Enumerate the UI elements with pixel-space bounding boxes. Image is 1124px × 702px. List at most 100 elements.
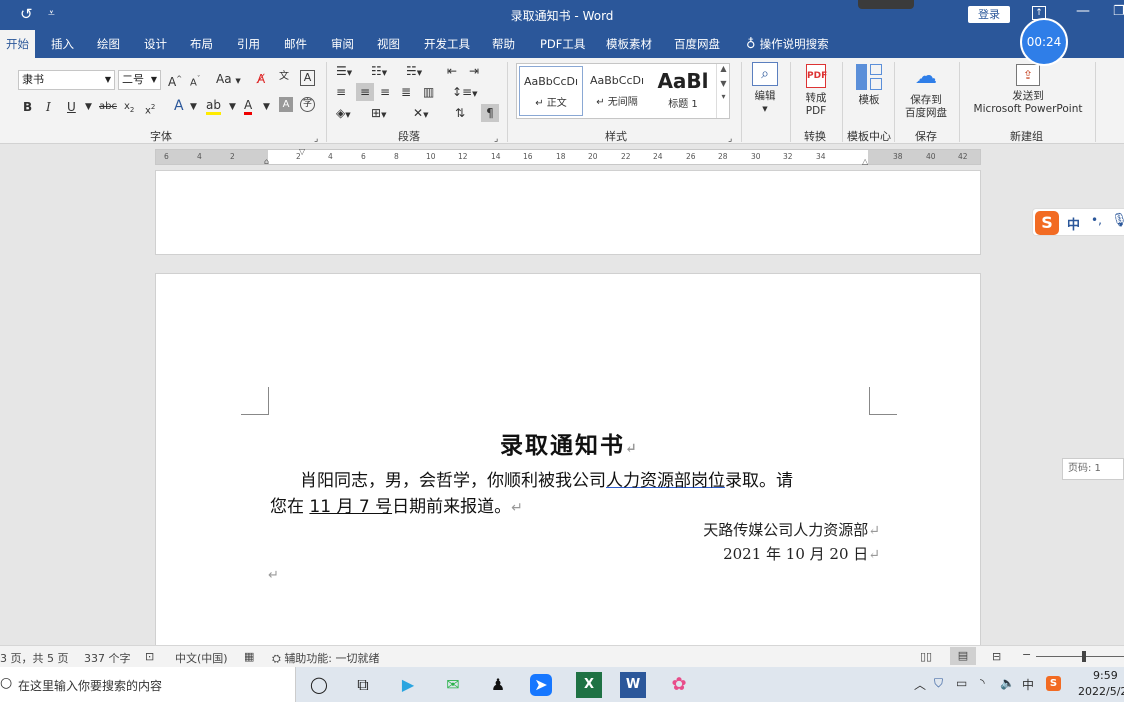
align-left-icon[interactable]: ≡ xyxy=(336,83,346,101)
tab-baidu-netdisk[interactable]: 百度网盘 xyxy=(674,30,720,58)
taskbar-search-box[interactable]: ○ 在这里输入你要搜索的内容 xyxy=(0,667,296,702)
character-border-icon[interactable]: A xyxy=(300,70,315,86)
clock-date[interactable]: 2022/5/2 xyxy=(1078,685,1124,698)
photos-app-icon[interactable]: ✿ xyxy=(666,672,692,698)
minimize-icon[interactable]: — xyxy=(1076,3,1090,19)
ime-mode-chinese[interactable]: 中 xyxy=(1067,214,1080,233)
font-size-combo[interactable]: 二号 ▼ xyxy=(118,70,161,90)
proofing-icon[interactable]: ⊡ xyxy=(145,650,154,663)
tab-view[interactable]: 视图 xyxy=(377,30,400,58)
superscript-button[interactable]: x2 xyxy=(145,98,155,120)
more-icon[interactable]: ▾ xyxy=(717,92,730,101)
page-count-status[interactable]: 3 页，共 5 页 xyxy=(0,650,69,666)
line-spacing-icon[interactable]: ↕≡▼ xyxy=(452,83,478,103)
convert-to-pdf-button[interactable]: PDF 转成 PDF xyxy=(797,64,835,118)
template-button[interactable]: 模板 xyxy=(850,64,888,107)
tab-layout[interactable]: 布局 xyxy=(190,30,213,58)
sogou-logo-icon[interactable]: S xyxy=(1035,211,1059,235)
style-heading-1[interactable]: AaBl 标题 1 xyxy=(651,66,715,116)
first-line-indent-marker[interactable]: ▽ xyxy=(299,147,305,156)
shading-icon[interactable]: ◈▼ xyxy=(336,104,351,124)
styles-dialog-launcher-icon[interactable]: ⌟ xyxy=(728,130,732,148)
tab-draw[interactable]: 绘图 xyxy=(97,30,120,58)
signature-line[interactable]: 天路传媒公司人力资源部↵ xyxy=(703,519,880,540)
tab-mailings[interactable]: 邮件 xyxy=(284,30,307,58)
volume-icon[interactable]: 🔈 xyxy=(1000,676,1015,690)
body-line-1[interactable]: 肖阳同志，男，会哲学，你顺利被我公司人力资源部岗位录取。请 xyxy=(300,466,793,491)
paragraph-dialog-launcher-icon[interactable]: ⌟ xyxy=(494,130,498,148)
excel-icon[interactable]: X xyxy=(576,672,602,698)
horizontal-ruler[interactable]: 6 4 2 2 4 6 8 10 12 14 16 18 20 22 24 26… xyxy=(155,147,981,166)
phonetic-guide-icon[interactable]: 文 xyxy=(279,68,289,86)
asian-layout-icon[interactable]: ✕▼ xyxy=(413,104,428,124)
restore-icon[interactable]: ❐ xyxy=(1113,4,1124,19)
clear-formatting-icon[interactable]: A̸ xyxy=(257,70,265,88)
qq-icon[interactable]: ♟ xyxy=(485,672,511,698)
style-no-spacing[interactable]: AaBbCcDı ↵ 无间隔 xyxy=(585,66,649,116)
tab-templates[interactable]: 模板素材 xyxy=(606,30,652,58)
document-page-previous[interactable] xyxy=(155,170,981,255)
print-layout-icon[interactable]: ▤ xyxy=(950,647,976,665)
zoom-slider-track[interactable] xyxy=(1036,656,1124,657)
justify-icon[interactable]: ≣ xyxy=(401,83,411,101)
character-shading-icon[interactable]: A xyxy=(279,97,293,112)
change-case-icon[interactable]: Aa ▼ xyxy=(216,70,241,90)
date-line[interactable]: 2021 年 10 月 20 日↵ xyxy=(723,543,880,564)
document-page-current[interactable] xyxy=(155,273,981,653)
multilevel-list-icon[interactable]: ☵▼ xyxy=(406,62,422,82)
sogou-ime-toolbar[interactable]: S 中 •, 🎙 xyxy=(1032,208,1124,236)
tab-help[interactable]: 帮助 xyxy=(492,30,515,58)
distributed-icon[interactable]: ▥ xyxy=(423,83,434,101)
decrease-indent-icon[interactable]: ⇤ xyxy=(447,62,457,80)
tab-review[interactable]: 审阅 xyxy=(331,30,354,58)
bold-button[interactable]: B xyxy=(23,98,32,116)
media-player-icon[interactable]: ▶ xyxy=(395,672,421,698)
microphone-icon[interactable]: 🎙 xyxy=(1111,213,1124,228)
font-name-combo[interactable]: 隶书 ▼ xyxy=(18,70,115,90)
task-view-icon[interactable]: ⧉ xyxy=(350,672,376,698)
body-line-2[interactable]: 您在 11 月 7 号日期前来报道。↵ xyxy=(270,492,523,517)
read-mode-icon[interactable]: ▯▯ xyxy=(920,650,932,663)
save-to-baidu-button[interactable]: ☁ 保存到 百度网盘 xyxy=(900,64,952,120)
grow-font-icon[interactable]: A^ xyxy=(168,70,182,91)
accessibility-status[interactable]: ⛭ 辅助功能: 一切就绪 xyxy=(272,650,380,666)
tab-references[interactable]: 引用 xyxy=(237,30,260,58)
underline-dropdown-icon[interactable]: ▼ xyxy=(85,98,92,116)
font-dialog-launcher-icon[interactable]: ⌟ xyxy=(314,130,318,148)
subscript-button[interactable]: x2 xyxy=(124,98,134,119)
web-layout-icon[interactable]: ⊟ xyxy=(992,650,1001,663)
document-heading[interactable]: 录取通知书↵ xyxy=(500,426,639,460)
wifi-icon[interactable]: ◝ xyxy=(980,676,985,690)
tab-pdf-tools[interactable]: PDF工具 xyxy=(540,30,585,58)
tab-home[interactable]: 开始 xyxy=(0,30,35,58)
editing-button[interactable]: ⌕ 编辑 ▼ xyxy=(748,62,782,116)
tray-overflow-icon[interactable]: ︿ xyxy=(914,676,926,693)
chevron-down-icon[interactable]: ▼ xyxy=(717,79,730,88)
wechat-icon[interactable]: ✉ xyxy=(440,672,466,698)
style-normal[interactable]: AaBbCcDı ↵ 正文 xyxy=(519,66,583,116)
highlight-color-icon[interactable]: ab xyxy=(206,96,221,115)
sort-icon[interactable]: ⇅ xyxy=(455,104,465,122)
tab-developer[interactable]: 开发工具 xyxy=(424,30,470,58)
security-shield-icon[interactable]: ⛉ xyxy=(934,676,943,691)
borders-icon[interactable]: ⊞▼ xyxy=(371,104,386,124)
empty-paragraph-mark[interactable]: ↵ xyxy=(268,568,279,583)
shrink-font-icon[interactable]: Aˇ xyxy=(190,70,200,92)
numbering-icon[interactable]: ☷▼ xyxy=(371,62,387,82)
login-button[interactable]: 登录 xyxy=(968,6,1010,23)
input-language-indicator[interactable]: 中 xyxy=(1022,676,1034,693)
battery-icon[interactable]: ▭ xyxy=(956,676,967,690)
italic-button[interactable]: I xyxy=(46,98,51,116)
tab-design[interactable]: 设计 xyxy=(144,30,167,58)
increase-indent-icon[interactable]: ⇥ xyxy=(469,62,479,80)
chevron-down-icon[interactable]: ▼ xyxy=(190,98,197,116)
language-status[interactable]: 中文(中国) xyxy=(175,650,228,666)
word-icon[interactable]: W xyxy=(620,672,646,698)
word-count-status[interactable]: 337 个字 xyxy=(84,650,131,666)
ime-punctuation-icon[interactable]: •, xyxy=(1091,213,1102,227)
send-to-powerpoint-button[interactable]: ⇪ 发送到 Microsoft PowerPoint xyxy=(966,64,1090,116)
strikethrough-button[interactable]: abc xyxy=(99,98,117,116)
right-indent-marker[interactable]: △ xyxy=(862,157,868,166)
feishu-icon[interactable]: ➤ xyxy=(530,674,552,696)
align-center-icon[interactable]: ≡ xyxy=(356,83,374,101)
